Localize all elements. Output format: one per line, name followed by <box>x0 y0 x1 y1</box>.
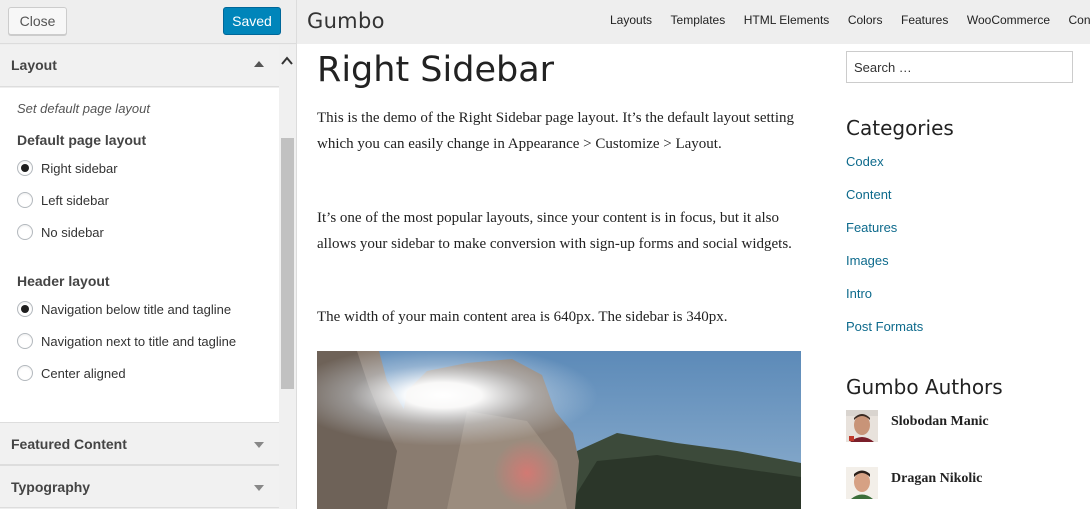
header-layout-title: Header layout <box>17 273 110 289</box>
chevron-up-icon[interactable] <box>280 55 294 67</box>
search-input[interactable] <box>846 51 1073 83</box>
section-title: Featured Content <box>11 436 127 452</box>
radio-right-sidebar[interactable]: Right sidebar <box>17 158 118 178</box>
category-link-codex[interactable]: Codex <box>846 154 884 169</box>
radio-label: Navigation next to title and tagline <box>41 333 237 349</box>
expand-arrow-icon[interactable] <box>254 485 264 491</box>
radio-label: Left sidebar <box>41 192 109 208</box>
page-title: Right Sidebar <box>317 50 555 90</box>
customizer-panel: Close Saved Layout Set default page layo… <box>0 0 297 509</box>
expand-arrow-icon[interactable] <box>254 442 264 448</box>
hero-image <box>317 351 801 509</box>
radio-button[interactable] <box>17 365 33 381</box>
radio-button[interactable] <box>17 333 33 349</box>
author-name: Dragan Nikolic <box>891 471 983 486</box>
radio-button-checked[interactable] <box>17 160 33 176</box>
default-layout-title: Default page layout <box>17 132 147 148</box>
radio-button-checked[interactable] <box>17 301 33 317</box>
avatar <box>846 467 878 499</box>
radio-nav-below[interactable]: Navigation below title and tagline <box>17 299 231 319</box>
nav-item-features[interactable]: Features <box>901 13 948 27</box>
author-item[interactable]: Slobodan Manic <box>846 410 989 444</box>
nav-item-html-elements[interactable]: HTML Elements <box>744 13 830 27</box>
category-link-intro[interactable]: Intro <box>846 286 872 301</box>
author-item[interactable]: Dragan Nikolic <box>846 467 982 501</box>
radio-label: No sidebar <box>41 224 104 240</box>
categories-title: Categories <box>846 116 954 140</box>
radio-left-sidebar[interactable]: Left sidebar <box>17 190 109 210</box>
section-layout-body: Set default page layout Default page lay… <box>0 88 279 422</box>
layout-hint: Set default page layout <box>17 101 150 116</box>
radio-no-sidebar[interactable]: No sidebar <box>17 222 104 242</box>
nav-item-colors[interactable]: Colors <box>848 13 883 27</box>
site-navigation: Layouts Templates HTML Elements Colors F… <box>610 13 1090 27</box>
close-button[interactable]: Close <box>8 7 67 35</box>
site-title[interactable]: Gumbo <box>307 9 385 33</box>
scrollbar-thumb[interactable] <box>281 138 294 389</box>
nav-item-layouts[interactable]: Layouts <box>610 13 652 27</box>
category-link-content[interactable]: Content <box>846 187 892 202</box>
site-header: Gumbo Layouts Templates HTML Elements Co… <box>297 0 1090 44</box>
nav-item-templates[interactable]: Templates <box>671 13 726 27</box>
section-layout-header[interactable]: Layout <box>0 45 279 87</box>
paragraph: This is the demo of the Right Sidebar pa… <box>317 110 794 152</box>
paragraph: The width of your main content area is 6… <box>317 309 728 325</box>
authors-title: Gumbo Authors <box>846 375 1003 399</box>
category-link-images[interactable]: Images <box>846 253 889 268</box>
category-link-features[interactable]: Features <box>846 220 897 235</box>
nav-item-contact[interactable]: Contact <box>1069 13 1090 27</box>
radio-label: Navigation below title and tagline <box>41 301 232 317</box>
radio-nav-next[interactable]: Navigation next to title and tagline <box>17 331 236 351</box>
radio-button[interactable] <box>17 192 33 208</box>
radio-label: Center aligned <box>41 365 126 381</box>
section-layout-title: Layout <box>11 57 57 73</box>
paragraph: It’s one of the most popular layouts, si… <box>317 210 792 252</box>
radio-center-aligned[interactable]: Center aligned <box>17 363 126 383</box>
section-featured-content[interactable]: Featured Content <box>0 422 279 465</box>
section-typography[interactable]: Typography <box>0 465 279 508</box>
radio-label: Right sidebar <box>41 160 118 176</box>
collapse-arrow-icon[interactable] <box>254 61 264 67</box>
category-link-post-formats[interactable]: Post Formats <box>846 319 923 334</box>
avatar <box>846 410 878 442</box>
nav-item-woocommerce[interactable]: WooCommerce <box>967 13 1050 27</box>
author-name: Slobodan Manic <box>891 414 989 429</box>
saved-button[interactable]: Saved <box>223 7 281 35</box>
radio-button[interactable] <box>17 224 33 240</box>
section-title: Typography <box>11 479 91 495</box>
customizer-header: Close Saved <box>0 0 296 44</box>
